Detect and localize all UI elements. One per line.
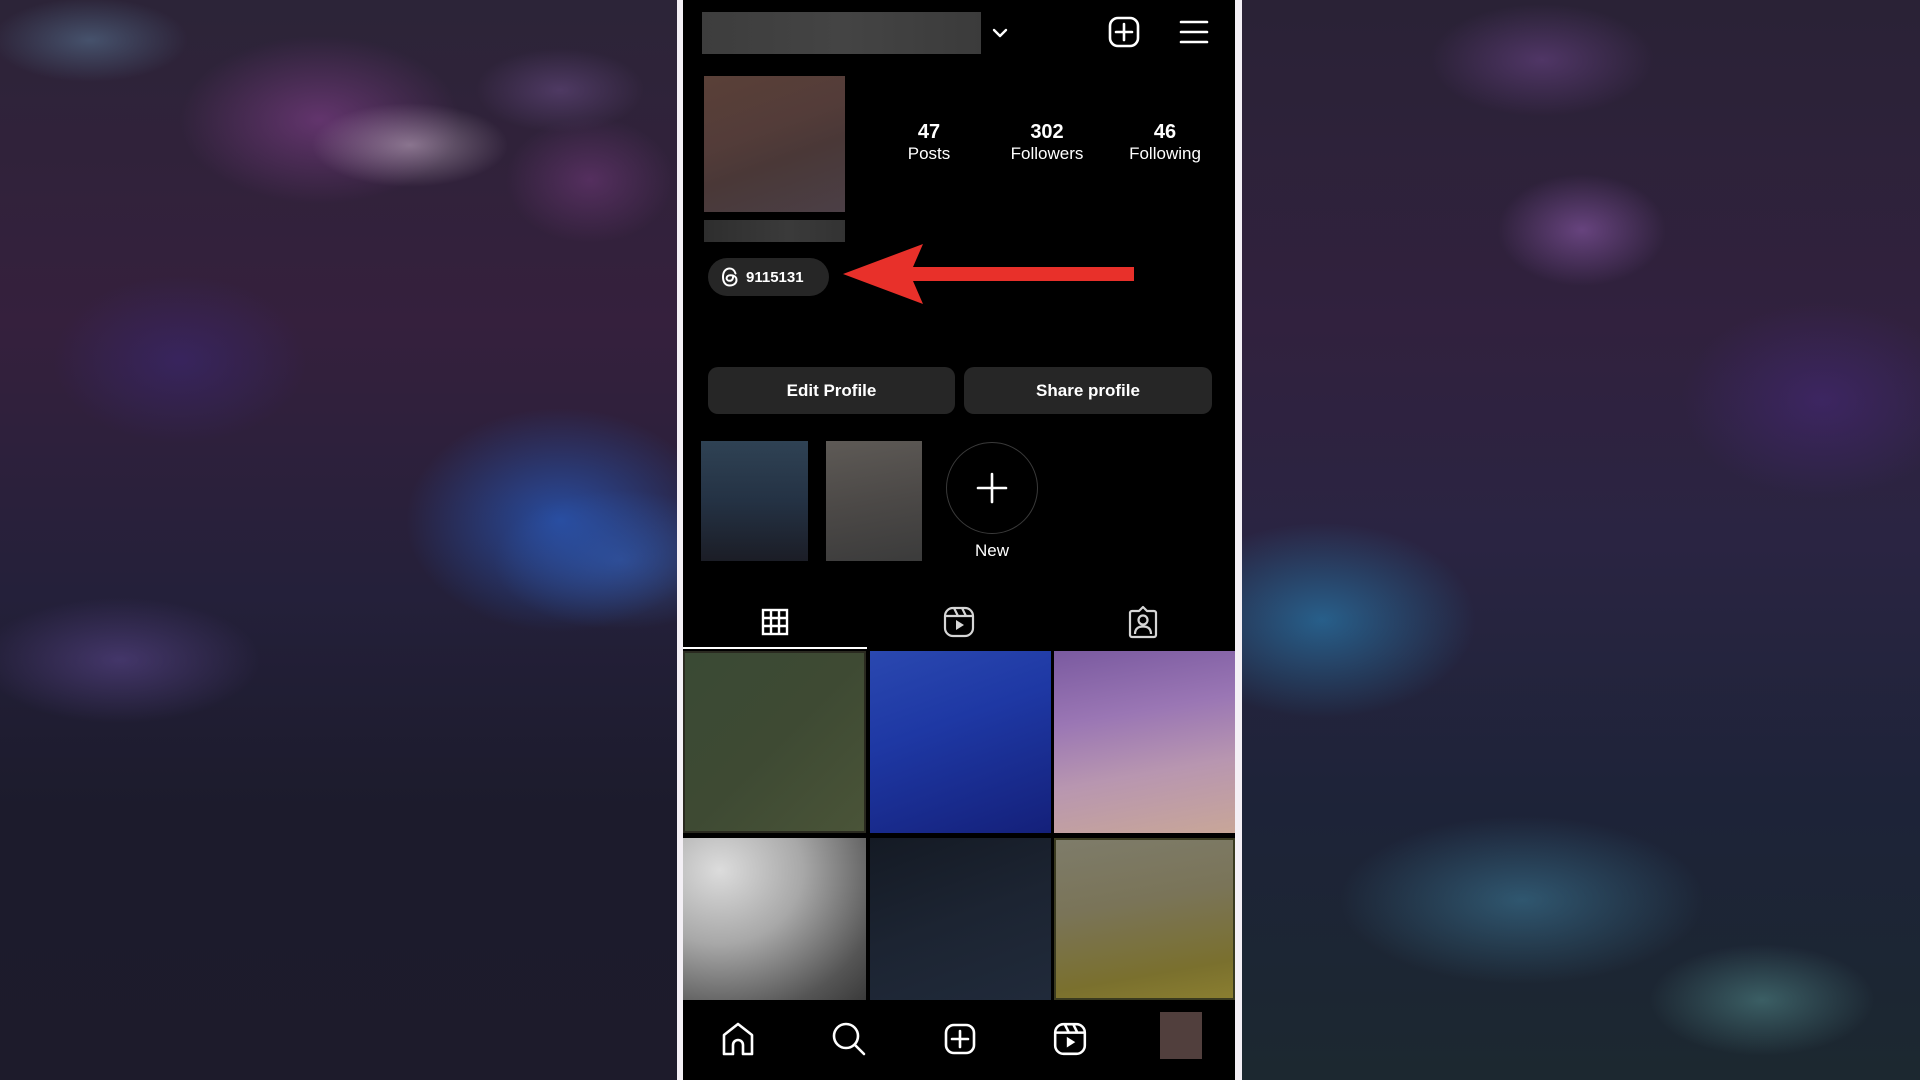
display-name-redacted bbox=[704, 220, 845, 242]
share-profile-button[interactable]: Share profile bbox=[964, 367, 1212, 414]
post-thumbnail[interactable] bbox=[683, 838, 866, 1000]
hamburger-menu-icon bbox=[1179, 20, 1209, 44]
home-icon bbox=[722, 1022, 754, 1056]
new-highlight-button[interactable] bbox=[946, 442, 1038, 534]
post-thumbnail[interactable] bbox=[1054, 651, 1235, 833]
arrow-shape bbox=[843, 244, 1134, 304]
post-thumbnail[interactable] bbox=[683, 651, 866, 833]
following-count: 46 bbox=[1153, 121, 1177, 143]
search-icon bbox=[832, 1022, 866, 1056]
followers-label: Followers bbox=[1010, 144, 1084, 163]
story-highlight[interactable] bbox=[826, 441, 922, 561]
plus-square-icon bbox=[1108, 16, 1140, 48]
post-thumbnail[interactable] bbox=[1054, 838, 1235, 1000]
nav-home[interactable] bbox=[716, 1017, 760, 1061]
posts-label: Posts bbox=[907, 144, 951, 163]
menu-button[interactable] bbox=[1176, 14, 1212, 50]
nav-search[interactable] bbox=[827, 1017, 871, 1061]
stat-following[interactable]: 46 Following bbox=[1105, 121, 1225, 165]
followers-count: 302 bbox=[1030, 121, 1064, 143]
threads-badge[interactable]: 9115131 bbox=[708, 258, 829, 296]
tab-tagged[interactable] bbox=[1051, 598, 1235, 646]
story-highlight[interactable] bbox=[701, 441, 808, 561]
post-thumbnail[interactable] bbox=[870, 838, 1051, 1000]
plus-icon bbox=[976, 472, 1008, 504]
reels-icon bbox=[943, 606, 975, 638]
threads-icon bbox=[721, 267, 738, 287]
posts-count: 47 bbox=[917, 121, 941, 143]
red-annotation-arrow bbox=[843, 244, 1134, 304]
blurred-background-right bbox=[1242, 0, 1920, 1080]
grid-icon bbox=[761, 608, 789, 636]
nav-create[interactable] bbox=[938, 1017, 982, 1061]
create-post-button[interactable] bbox=[1106, 14, 1142, 50]
tab-reels[interactable] bbox=[867, 598, 1051, 646]
active-tab-indicator bbox=[683, 647, 867, 649]
reels-icon bbox=[1053, 1022, 1087, 1056]
tagged-icon bbox=[1128, 605, 1158, 639]
profile-avatar[interactable] bbox=[704, 76, 845, 212]
nav-profile-avatar[interactable] bbox=[1160, 1012, 1202, 1059]
edit-profile-button[interactable]: Edit Profile bbox=[708, 367, 955, 414]
plus-square-icon bbox=[944, 1023, 976, 1055]
chevron-down-icon[interactable] bbox=[989, 22, 1011, 44]
username-redacted[interactable] bbox=[702, 12, 981, 54]
stat-followers[interactable]: 302 Followers bbox=[987, 121, 1107, 165]
tab-grid[interactable] bbox=[683, 598, 867, 646]
post-thumbnail[interactable] bbox=[870, 651, 1051, 833]
instagram-profile-screen: 47 Posts 302 Followers 46 Following 9115… bbox=[683, 0, 1235, 1080]
nav-reels[interactable] bbox=[1048, 1017, 1092, 1061]
new-highlight-label: New bbox=[974, 541, 1009, 560]
following-label: Following bbox=[1129, 144, 1201, 163]
stat-posts[interactable]: 47 Posts bbox=[869, 121, 989, 165]
threads-number: 9115131 bbox=[746, 268, 804, 286]
